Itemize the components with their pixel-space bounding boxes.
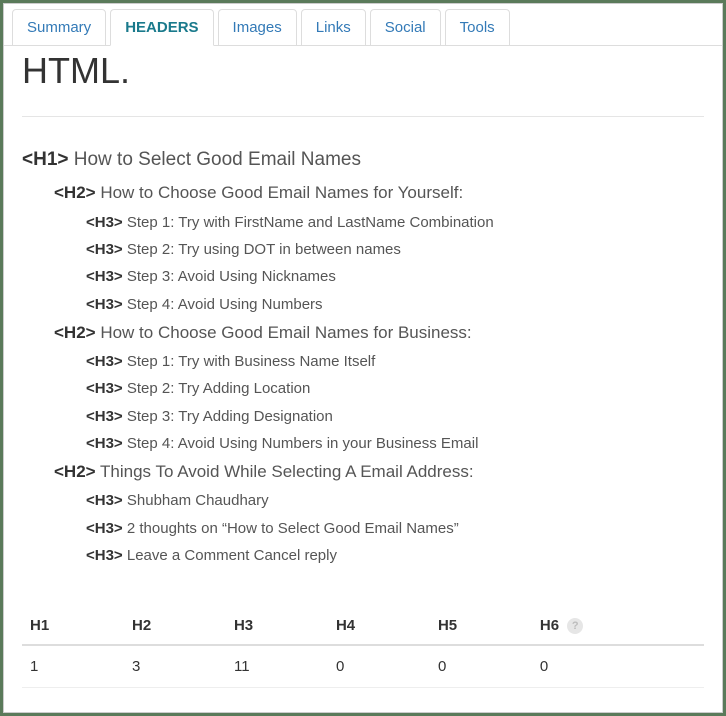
outline-row: <H3> Step 4: Avoid Using Numbers in your… — [86, 432, 704, 455]
help-icon[interactable]: ? — [567, 618, 583, 634]
heading-tag: <H1> — [22, 149, 68, 170]
outline-row: <H3> Step 2: Try using DOT in between na… — [86, 238, 704, 261]
page-headline: HTML. — [22, 50, 704, 92]
heading-outline: <H1> How to Select Good Email Names <H2>… — [22, 145, 704, 567]
outline-row: <H3> 2 thoughts on “How to Select Good E… — [86, 517, 704, 540]
tab-summary[interactable]: Summary — [12, 9, 106, 46]
heading-text: Things To Avoid While Selecting A Email … — [100, 462, 474, 481]
heading-text: Shubham Chaudhary — [127, 492, 269, 509]
col-h2: H2 — [124, 607, 226, 645]
outline-row: <H3> Leave a Comment Cancel reply — [86, 544, 704, 567]
tab-links[interactable]: Links — [301, 9, 366, 46]
count-h2: 3 — [124, 645, 226, 688]
col-h6: H6 ? — [532, 607, 704, 645]
outline-row: <H3> Step 3: Try Adding Designation — [86, 405, 704, 428]
tab-bar: Summary HEADERS Images Links Social Tool… — [4, 4, 722, 46]
heading-tag: <H3> — [86, 492, 123, 509]
outline-row: <H1> How to Select Good Email Names — [22, 145, 704, 174]
count-h5: 0 — [430, 645, 532, 688]
heading-tag: <H3> — [86, 435, 123, 452]
tab-social[interactable]: Social — [370, 9, 441, 46]
count-h4: 0 — [328, 645, 430, 688]
heading-text: Step 4: Avoid Using Numbers in your Busi… — [127, 435, 479, 452]
heading-tag: <H3> — [86, 380, 123, 397]
heading-counts-table: H1 H2 H3 H4 H5 H6 ? 1 3 11 0 0 — [22, 607, 704, 688]
outline-row: <H2> How to Choose Good Email Names for … — [54, 320, 704, 346]
tab-tools[interactable]: Tools — [445, 9, 510, 46]
heading-tag: <H2> — [54, 462, 96, 481]
heading-text: How to Choose Good Email Names for Busin… — [100, 323, 471, 342]
heading-text: Step 1: Try with Business Name Itself — [127, 353, 375, 370]
heading-tag: <H3> — [86, 268, 123, 285]
table-row: 1 3 11 0 0 0 — [22, 645, 704, 688]
col-h3: H3 — [226, 607, 328, 645]
outline-row: <H3> Step 4: Avoid Using Numbers — [86, 293, 704, 316]
heading-tag: <H3> — [86, 547, 123, 564]
table-header-row: H1 H2 H3 H4 H5 H6 ? — [22, 607, 704, 645]
col-h4: H4 — [328, 607, 430, 645]
tab-images[interactable]: Images — [218, 9, 297, 46]
count-h1: 1 — [22, 645, 124, 688]
outline-row: <H3> Step 1: Try with Business Name Itse… — [86, 350, 704, 373]
heading-text: Step 2: Try Adding Location — [127, 380, 310, 397]
tab-headers[interactable]: HEADERS — [110, 9, 213, 46]
divider — [22, 116, 704, 117]
outline-row: <H3> Step 3: Avoid Using Nicknames — [86, 265, 704, 288]
outline-row: <H3> Step 2: Try Adding Location — [86, 377, 704, 400]
heading-tag: <H3> — [86, 241, 123, 258]
tab-content: HTML. <H1> How to Select Good Email Name… — [4, 50, 722, 706]
heading-text: Leave a Comment Cancel reply — [127, 547, 337, 564]
outline-row: <H3> Step 1: Try with FirstName and Last… — [86, 211, 704, 234]
heading-tag: <H2> — [54, 183, 96, 202]
heading-text: Step 4: Avoid Using Numbers — [127, 296, 323, 313]
heading-text: How to Select Good Email Names — [74, 149, 361, 170]
heading-tag: <H3> — [86, 296, 123, 313]
heading-text: Step 3: Try Adding Designation — [127, 408, 333, 425]
heading-tag: <H2> — [54, 323, 96, 342]
col-h1: H1 — [22, 607, 124, 645]
col-h5: H5 — [430, 607, 532, 645]
heading-text: How to Choose Good Email Names for Yours… — [100, 183, 463, 202]
col-h6-label: H6 — [540, 617, 559, 634]
count-h3: 11 — [226, 645, 328, 688]
app-frame: Summary HEADERS Images Links Social Tool… — [3, 3, 723, 713]
heading-tag: <H3> — [86, 353, 123, 370]
heading-text: Step 1: Try with FirstName and LastName … — [127, 214, 494, 231]
heading-tag: <H3> — [86, 214, 123, 231]
heading-tag: <H3> — [86, 520, 123, 537]
count-h6: 0 — [532, 645, 704, 688]
outline-row: <H2> Things To Avoid While Selecting A E… — [54, 459, 704, 485]
heading-tag: <H3> — [86, 408, 123, 425]
heading-text: Step 2: Try using DOT in between names — [127, 241, 401, 258]
heading-text: Step 3: Avoid Using Nicknames — [127, 268, 336, 285]
outline-row: <H2> How to Choose Good Email Names for … — [54, 180, 704, 206]
heading-text: 2 thoughts on “How to Select Good Email … — [127, 520, 459, 537]
outline-row: <H3> Shubham Chaudhary — [86, 489, 704, 512]
